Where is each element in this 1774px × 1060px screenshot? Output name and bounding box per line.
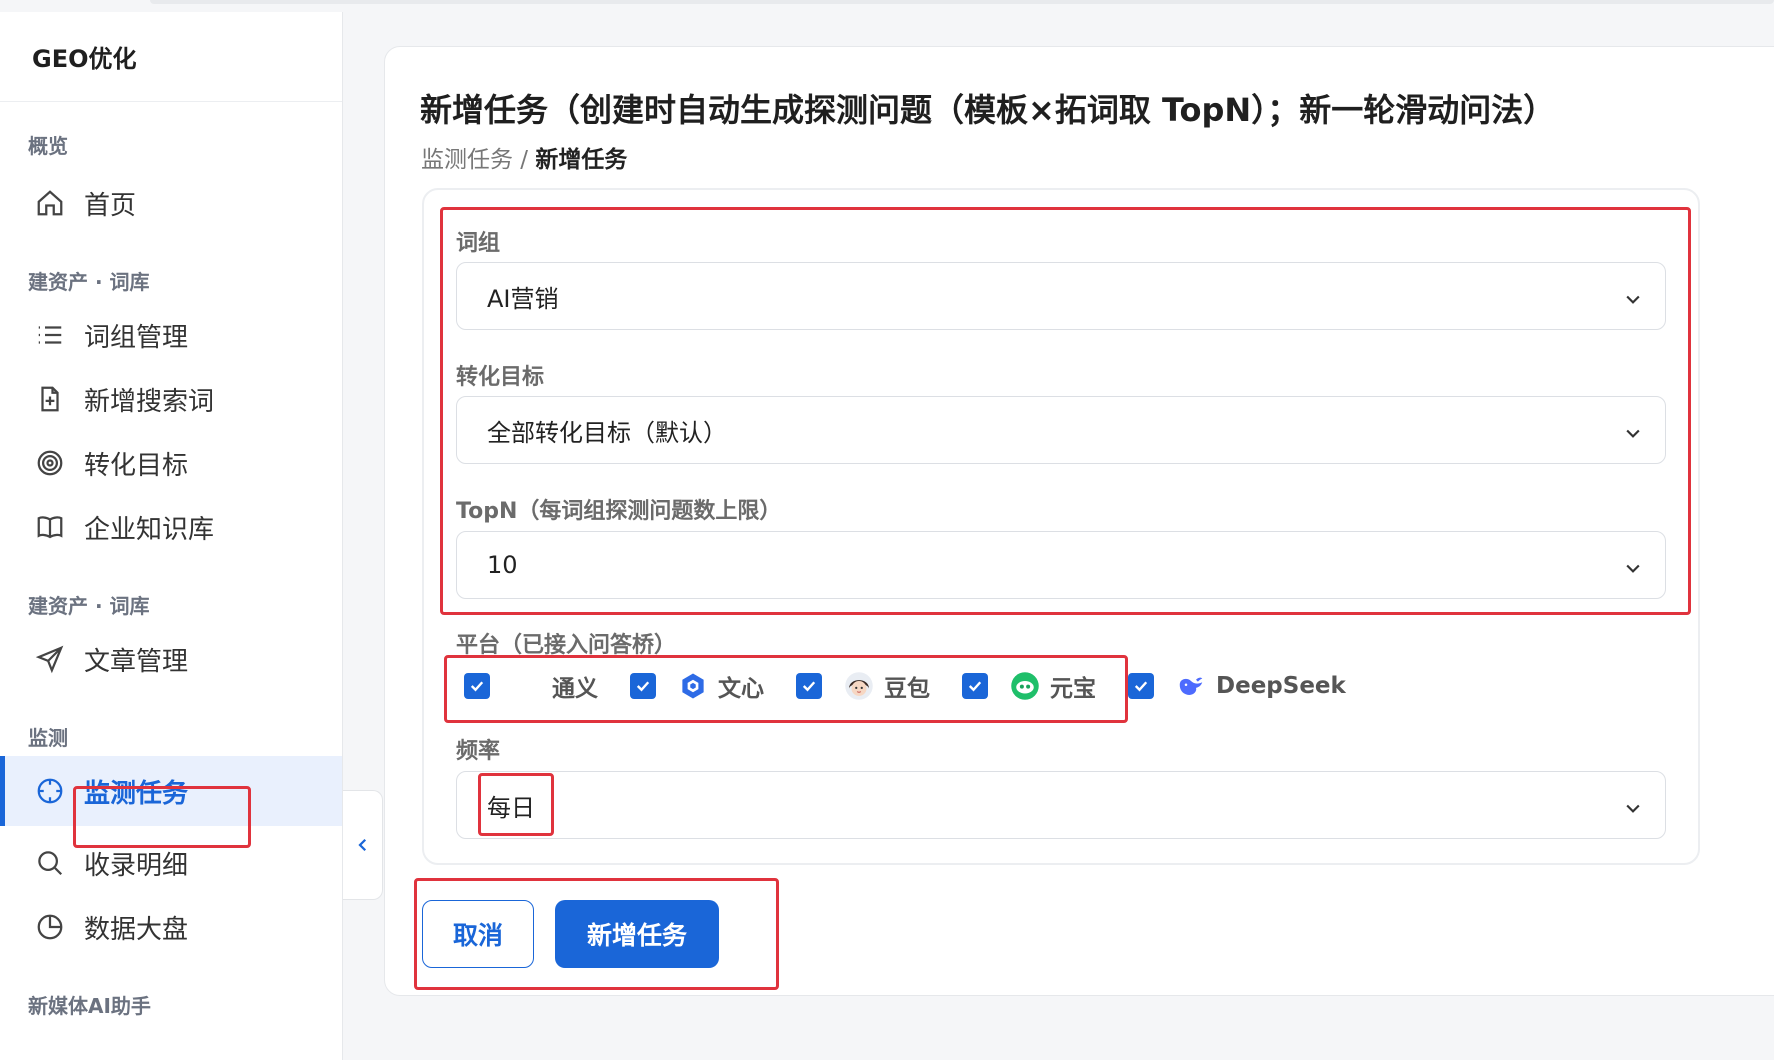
target-icon	[34, 447, 66, 479]
chevron-down-icon	[1623, 796, 1643, 816]
home-icon	[34, 187, 66, 219]
list-icon	[34, 319, 66, 351]
brand-title: GEO优化	[0, 12, 342, 102]
breadcrumb-separator: /	[513, 147, 536, 173]
wordgroup-value: AI营销	[487, 284, 559, 313]
platform-deepseek[interactable]: DeepSeek	[1128, 671, 1346, 701]
sidebar-item-dashboard[interactable]: 数据大盘	[0, 892, 342, 962]
chevron-down-icon	[1623, 287, 1643, 307]
deepseek-logo-icon	[1176, 671, 1206, 701]
cancel-button[interactable]: 取消	[422, 900, 534, 968]
chevron-down-icon	[1623, 421, 1643, 441]
checkbox-checked-icon[interactable]	[1128, 673, 1154, 699]
breadcrumb: 监测任务 / 新增任务	[421, 140, 627, 174]
sidebar-item-label: 监测任务	[84, 778, 189, 809]
platform-name: DeepSeek	[1216, 673, 1346, 699]
platform-doubao[interactable]: 豆包	[796, 669, 930, 703]
checkbox-checked-icon[interactable]	[630, 673, 656, 699]
file-plus-icon	[34, 383, 66, 415]
frequency-value: 每日	[487, 793, 535, 822]
wenxin-logo-icon	[678, 671, 708, 701]
sidebar-item-new-search-word[interactable]: 新增搜索词	[0, 364, 342, 434]
sidebar-item-articles[interactable]: 文章管理	[0, 624, 342, 694]
sidebar-item-label: 企业知识库	[84, 514, 215, 545]
frequency-label: 频率	[456, 739, 501, 764]
sidebar-item-home[interactable]: 首页	[0, 168, 342, 238]
nav-group-media-ai: 新媒体AI助手	[28, 994, 151, 1018]
chevron-down-icon	[1623, 556, 1643, 576]
yuanbao-logo-icon	[1010, 671, 1040, 701]
frequency-select[interactable]: 每日	[456, 771, 1666, 839]
chevron-left-icon	[357, 838, 366, 852]
platform-yuanbao[interactable]: 元宝	[962, 669, 1096, 703]
pie-chart-icon	[34, 911, 66, 943]
conversion-target-select[interactable]: 全部转化目标（默认）	[456, 396, 1666, 464]
sidebar-collapse-button[interactable]	[343, 790, 383, 900]
checkbox-checked-icon[interactable]	[464, 673, 490, 699]
sidebar-item-label: 新增搜索词	[84, 386, 215, 417]
sidebar-item-monitor-tasks[interactable]: 监测任务	[0, 756, 342, 826]
top-scrollbar-strip	[150, 0, 1774, 4]
platform-name: 豆包	[884, 676, 930, 702]
send-icon	[34, 643, 66, 675]
platform-label: 平台（已接入问答桥）	[456, 633, 677, 658]
sidebar-item-label: 文章管理	[84, 646, 189, 677]
sidebar-item-index-details[interactable]: 收录明细	[0, 828, 342, 898]
sidebar-item-label: 收录明细	[84, 850, 189, 881]
sidebar: GEO优化 概览 首页 建资产 · 词库 词组管理 新增搜索词 转化目标 企业知…	[0, 12, 343, 1060]
checkbox-checked-icon[interactable]	[796, 673, 822, 699]
wordgroup-select[interactable]: AI营销	[456, 262, 1666, 330]
platform-checkbox-group: 通义 文心 豆包 元宝 DeepSeek	[464, 666, 1378, 706]
platform-name: 通义	[552, 676, 598, 702]
nav-group-assets-2: 建资产 · 词库	[28, 594, 150, 618]
sidebar-item-knowledge-base[interactable]: 企业知识库	[0, 492, 342, 562]
topn-value: 10	[487, 551, 518, 579]
nav-group-assets: 建资产 · 词库	[28, 270, 150, 294]
sidebar-item-label: 词组管理	[84, 322, 189, 353]
sidebar-item-label: 首页	[84, 190, 137, 221]
page-title: 新增任务（创建时自动生成探测问题（模板×拓词取 TopN）；新一轮滑动问法）	[420, 91, 1556, 129]
breadcrumb-current: 新增任务	[535, 147, 628, 173]
nav-group-monitor: 监测	[28, 726, 68, 750]
conversion-target-value: 全部转化目标（默认）	[487, 418, 727, 447]
conversion-target-label: 转化目标	[456, 365, 545, 390]
platform-name: 元宝	[1050, 676, 1096, 702]
sidebar-item-conversion-target[interactable]: 转化目标	[0, 428, 342, 498]
breadcrumb-parent[interactable]: 监测任务	[421, 147, 513, 173]
sidebar-item-label: 数据大盘	[84, 914, 189, 945]
platform-tongyi[interactable]: 通义	[464, 669, 598, 703]
wordgroup-label: 词组	[456, 231, 501, 256]
checkbox-checked-icon[interactable]	[962, 673, 988, 699]
search-icon	[34, 847, 66, 879]
topn-select[interactable]: 10	[456, 531, 1666, 599]
book-icon	[34, 511, 66, 543]
sidebar-item-label: 转化目标	[84, 450, 189, 481]
nav-group-overview: 概览	[28, 134, 68, 158]
crosshair-icon	[34, 775, 66, 807]
doubao-logo-icon	[844, 671, 874, 701]
sidebar-item-wordgroups[interactable]: 词组管理	[0, 300, 342, 370]
platform-wenxin[interactable]: 文心	[630, 669, 764, 703]
submit-new-task-button[interactable]: 新增任务	[555, 900, 719, 968]
platform-name: 文心	[718, 676, 764, 702]
topn-label: TopN（每词组探测问题数上限）	[456, 499, 782, 524]
tongyi-logo-icon	[512, 671, 542, 701]
